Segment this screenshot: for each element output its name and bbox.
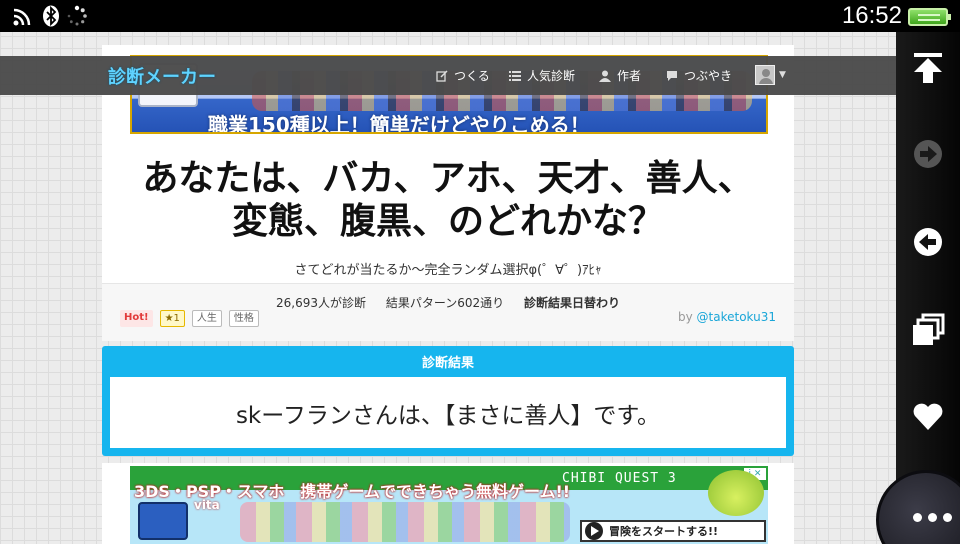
result-pattern-count: 結果パターン602通り bbox=[385, 296, 505, 310]
browser-side-panel bbox=[896, 32, 960, 544]
handheld-console-image bbox=[138, 502, 188, 540]
ad-card-bottom: 3DS・PSP・スマホ 携帯ゲームでできちゃう無料ゲーム!! vita CHIB… bbox=[102, 463, 794, 544]
diagnosis-meta: 26,693人が診断 結果パターン602通り 診断結果日替わり Hot! ★1 … bbox=[102, 283, 794, 341]
author-credit: by @taketoku31 bbox=[678, 310, 776, 324]
tag-personality[interactable]: 性格 bbox=[228, 310, 259, 327]
star-badge[interactable]: ★1 bbox=[159, 310, 185, 327]
nav-popular[interactable]: 人気診断 bbox=[509, 67, 575, 84]
diagnosis-count: 26,693人が診断 bbox=[276, 296, 366, 310]
back-button[interactable] bbox=[904, 220, 952, 268]
tag-list: Hot! ★1 人生 性格 bbox=[120, 310, 259, 327]
scroll-top-icon bbox=[911, 51, 945, 89]
daily-result-label: 診断結果日替わり bbox=[523, 296, 620, 310]
more-options-button[interactable] bbox=[876, 470, 960, 544]
site-logo[interactable]: 診断メーカー bbox=[108, 63, 216, 89]
ad-characters-image bbox=[240, 502, 570, 542]
author-prefix: by bbox=[677, 310, 693, 324]
tag-life[interactable]: 人生 bbox=[191, 310, 222, 327]
user-menu-button[interactable]: ▼ bbox=[755, 65, 786, 85]
status-bar: 16:52 bbox=[0, 0, 960, 32]
result-body: skーフランさんは、【まさに善人】です。 bbox=[110, 377, 786, 448]
nav-author[interactable]: 作者 bbox=[599, 67, 641, 84]
forward-icon bbox=[911, 137, 945, 175]
battery-icon bbox=[908, 8, 951, 26]
avatar bbox=[755, 65, 775, 85]
nav-create[interactable]: つくる bbox=[436, 67, 490, 84]
nav-tweets[interactable]: つぶやき bbox=[666, 67, 732, 84]
clock: 16:52 bbox=[841, 2, 902, 29]
ad-start-button[interactable]: 冒険をスタートする!! bbox=[580, 520, 766, 542]
forward-button[interactable] bbox=[904, 132, 952, 180]
author-link[interactable]: @taketoku31 bbox=[697, 310, 776, 324]
ad-bottom-vita: vita bbox=[194, 498, 220, 512]
more-dots-icon bbox=[913, 513, 952, 522]
bluetooth-icon bbox=[42, 5, 60, 31]
ad-bottom-game-title: CHIBI QUEST 3 bbox=[562, 471, 677, 486]
nav-popular-label: 人気診断 bbox=[527, 69, 576, 83]
back-icon bbox=[911, 225, 945, 263]
play-icon bbox=[585, 522, 603, 540]
ad-banner-bottom[interactable]: 3DS・PSP・スマホ 携帯ゲームでできちゃう無料ゲーム!! vita CHIB… bbox=[130, 466, 768, 544]
hot-badge: Hot! bbox=[120, 310, 153, 327]
favorite-button[interactable] bbox=[904, 394, 952, 442]
speech-bubble-icon bbox=[666, 70, 678, 82]
wifi-icon bbox=[12, 5, 34, 31]
windows-icon bbox=[911, 313, 945, 351]
nav-create-label: つくる bbox=[454, 69, 490, 83]
ad-start-label: 冒険をスタートする!! bbox=[609, 525, 719, 538]
scroll-top-button[interactable] bbox=[904, 46, 952, 94]
slime-mascot-image bbox=[708, 470, 764, 516]
loading-spinner-icon bbox=[66, 5, 88, 31]
ad-banner-text: 職業150種以上！簡単だけどやりこめる！ bbox=[208, 113, 590, 134]
diagnosis-subtitle: さてどれが当たるか～完全ランダム選択φ(゜∀゜)ｱﾋｬ bbox=[294, 263, 602, 278]
result-heading: 診断結果 bbox=[421, 356, 474, 371]
person-icon bbox=[599, 70, 611, 82]
chevron-down-icon: ▼ bbox=[779, 70, 786, 80]
edit-icon bbox=[436, 69, 448, 82]
favorite-heart-icon bbox=[911, 399, 945, 437]
nav-author-label: 作者 bbox=[617, 69, 642, 83]
windows-button[interactable] bbox=[904, 308, 952, 356]
nav-tweets-label: つぶやき bbox=[684, 69, 733, 83]
diagnosis-title: あなたは、バカ、アホ、天才、善人、変態、腹黒、のどれかな？ bbox=[142, 158, 754, 242]
list-icon bbox=[509, 70, 521, 82]
result-text: skーフランさんは、【まさに善人】です。 bbox=[235, 402, 661, 429]
result-panel: 診断結果 skーフランさんは、【まさに善人】です。 bbox=[102, 346, 794, 456]
site-header: 診断メーカー つくる 人気診断 作者 つぶやき ▼ bbox=[0, 56, 896, 95]
